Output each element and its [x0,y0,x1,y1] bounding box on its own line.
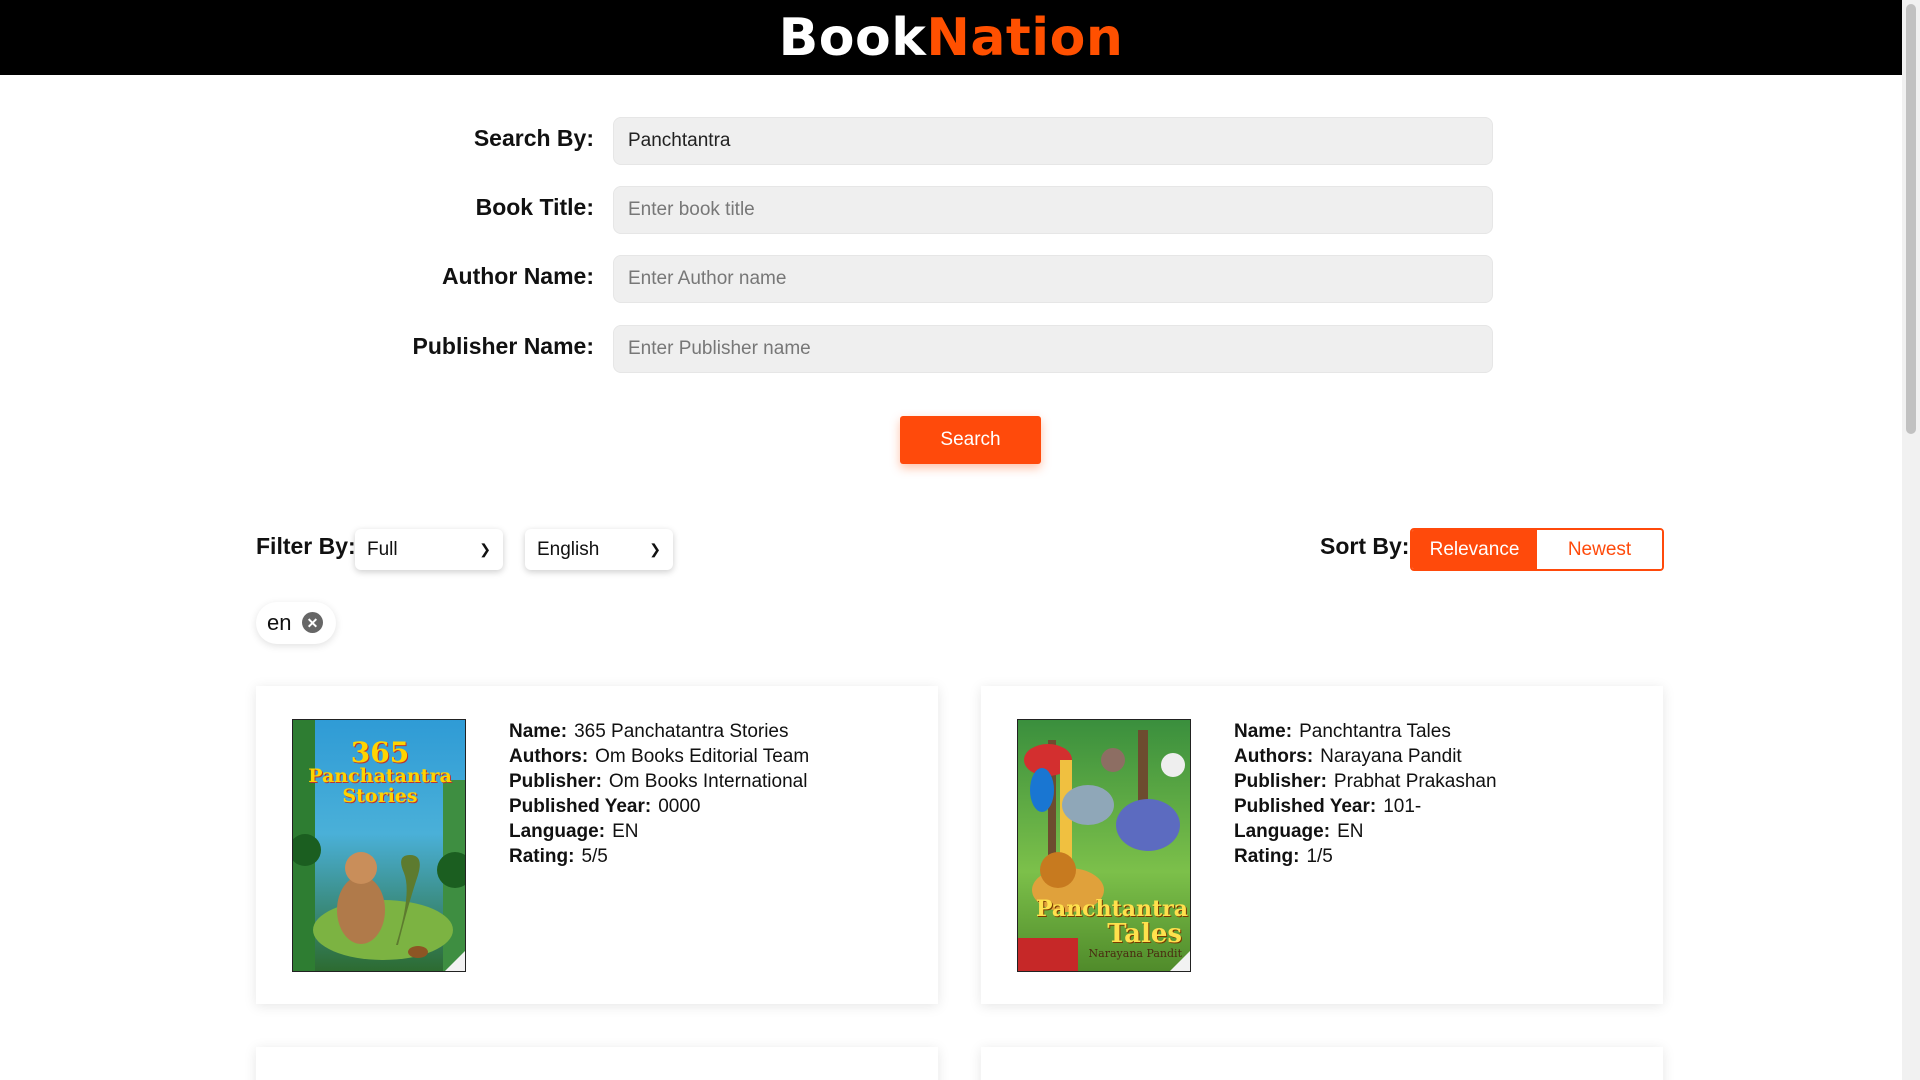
book-name: 365 Panchatantra Stories [574,721,789,742]
site-header: BookNation [0,0,1902,75]
brand-logo-part1: Book [778,7,927,68]
book-name-line: Name: 365 Panchatantra Stories [509,721,789,742]
book-title-label: Book Title: [475,194,594,220]
book-details: Name: 365 Panchatantra Stories Authors: Om… [509,719,809,869]
search-by-input[interactable] [613,117,1493,165]
book-card[interactable]: 365 Panchatantra Stories Name: 365 Pancha… [256,686,938,1004]
book-authors: Narayana Pandit [1320,746,1462,767]
book-name-line: Name: Panchtantra Tales [1234,721,1451,742]
book-card[interactable] [256,1047,938,1080]
book-details: Name: Panchtantra Tales Authors: Narayana … [1234,719,1497,869]
search-button[interactable]: Search [900,416,1041,464]
book-authors-line: Authors: Narayana Pandit [1234,746,1462,767]
brand-logo-part2: Nation [926,7,1124,68]
sort-by-label: Sort By: [1320,533,1410,559]
book-publisher: Om Books International [608,771,808,792]
book-authors: Om Books Editorial Team [595,746,810,767]
publisher-name-row: Publisher Name: [0,325,1902,373]
sort-toggle-group: Relevance Newest [1410,528,1664,571]
scrollbar-thumb[interactable] [1906,4,1916,434]
search-by-label: Search By: [473,125,594,151]
book-rating: 5/5 [581,846,608,867]
chip-label: en [267,610,292,635]
book-card[interactable] [981,1047,1663,1080]
sort-relevance-button[interactable]: Relevance [1412,530,1537,569]
book-card[interactable]: Panchtantra Tales Narayana Pandit Name: P… [981,686,1663,1004]
book-title-input[interactable] [613,186,1493,234]
filter-type-select[interactable]: Full ❯ [355,529,503,570]
book-publisher-line: Publisher: Prabhat Prakashan [1234,771,1497,792]
book-language-line: Language: EN [1234,821,1364,842]
filter-type-value: Full [367,538,398,560]
book-year: 101- [1383,796,1422,817]
book-language: EN [612,821,639,842]
book-cover-image: 365 Panchatantra Stories [292,719,466,972]
sort-newest-button[interactable]: Newest [1537,530,1662,569]
filter-by-label: Filter By: [256,533,356,559]
book-year-line: Published Year: 0000 [509,796,701,817]
book-rating-line: Rating: 5/5 [509,846,608,867]
book-year: 0000 [658,796,701,817]
language-select[interactable]: English ❯ [525,529,673,570]
brand-logo[interactable]: BookNation [779,12,1124,64]
language-value: English [537,538,600,560]
search-by-row: Search By: [0,117,1902,165]
publisher-name-input[interactable] [613,325,1493,373]
book-language-line: Language: EN [509,821,639,842]
book-title-row: Book Title: [0,186,1902,234]
language-filter-chip: en ✕ [256,602,336,644]
cover-title-text: 365 Panchatantra Stories [308,736,452,808]
book-language: EN [1337,821,1364,842]
book-rating: 1/5 [1306,846,1333,867]
page-scrollbar[interactable] [1902,0,1920,1080]
book-authors-line: Authors: Om Books Editorial Team [509,746,810,767]
chevron-down-icon: ❯ [479,541,491,557]
book-publisher: Prabhat Prakashan [1333,771,1497,792]
page: BookNation Search By: Book Title: Author… [0,0,1902,1080]
author-name-row: Author Name: [0,255,1902,303]
book-rating-line: Rating: 1/5 [1234,846,1333,867]
book-publisher-line: Publisher: Om Books International [509,771,808,792]
cover-title-text: Panchtantra Tales Narayana Pandit [1035,896,1188,961]
close-circle-icon[interactable]: ✕ [302,612,323,633]
publisher-name-label: Publisher Name: [412,333,595,359]
author-name-input[interactable] [613,255,1493,303]
book-cover-image: Panchtantra Tales Narayana Pandit [1017,719,1191,972]
author-name-label: Author Name: [441,263,594,289]
book-year-line: Published Year: 101- [1234,796,1422,817]
book-name: Panchtantra Tales [1299,721,1451,742]
chevron-down-icon: ❯ [649,541,661,557]
